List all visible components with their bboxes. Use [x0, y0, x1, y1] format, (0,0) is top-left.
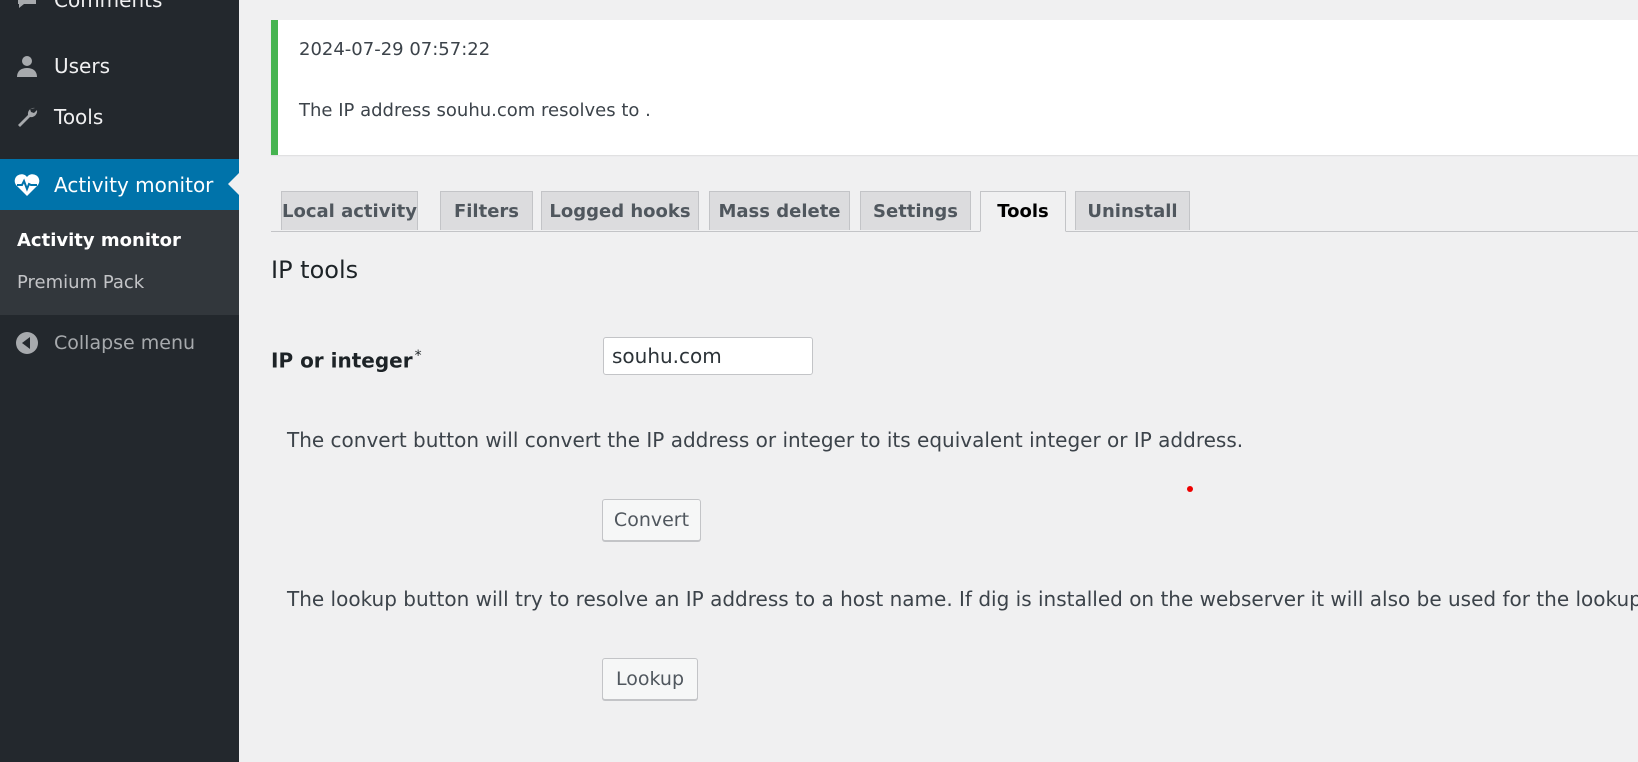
notice-timestamp: 2024-07-29 07:57:22 — [299, 39, 491, 60]
lookup-description: The lookup button will try to resolve an… — [287, 587, 1638, 611]
tab-mass-delete[interactable]: Mass delete — [709, 191, 850, 230]
sidebar-item-label: Users — [54, 54, 111, 78]
page-title: IP tools — [271, 256, 359, 284]
tab-logged-hooks[interactable]: Logged hooks — [541, 191, 699, 230]
collapse-label: Collapse menu — [54, 332, 196, 354]
cursor-dot — [1187, 486, 1193, 492]
sidebar-item-activity-monitor[interactable]: Activity monitor — [0, 159, 239, 210]
sidebar-item-label: Comments — [54, 0, 163, 12]
collapse-arrow-icon — [14, 330, 40, 356]
sidebar-submenu: Activity monitor Premium Pack — [0, 210, 239, 315]
convert-button[interactable]: Convert — [602, 499, 701, 541]
collapse-menu-button[interactable]: Collapse menu — [0, 318, 239, 368]
sidebar-item-label: Activity monitor — [54, 172, 214, 197]
user-icon — [14, 53, 40, 79]
submenu-item-activity-monitor[interactable]: Activity monitor — [17, 230, 181, 251]
tab-settings[interactable]: Settings — [860, 191, 971, 230]
tab-tools[interactable]: Tools — [980, 191, 1066, 232]
sidebar-item-users[interactable]: Users — [0, 44, 239, 88]
tab-uninstall[interactable]: Uninstall — [1075, 191, 1190, 230]
ip-input[interactable] — [603, 337, 813, 375]
ip-field-label-text: IP or integer — [271, 348, 413, 373]
tabs-baseline — [271, 231, 1638, 232]
ip-field-label: IP or integer * — [271, 348, 422, 373]
sidebar-item-comments[interactable]: Comments — [0, 0, 239, 22]
admin-sidebar: Comments Users Tools Activity monitor Ac… — [0, 0, 239, 762]
tab-local-activity[interactable]: Local activity — [281, 191, 418, 230]
convert-description: The convert button will convert the IP a… — [287, 428, 1244, 452]
sidebar-item-tools[interactable]: Tools — [0, 95, 239, 139]
lookup-button[interactable]: Lookup — [602, 658, 698, 700]
tab-filters[interactable]: Filters — [440, 191, 533, 230]
required-marker: * — [414, 348, 422, 364]
current-menu-arrow — [228, 173, 239, 195]
heartbeat-icon — [14, 172, 40, 198]
sidebar-item-label: Tools — [54, 105, 104, 129]
wrench-icon — [14, 104, 40, 130]
notice-message: The IP address souhu.com resolves to . — [299, 100, 651, 121]
submenu-item-premium-pack[interactable]: Premium Pack — [17, 272, 144, 293]
success-notice: 2024-07-29 07:57:22 The IP address souhu… — [271, 20, 1638, 155]
comment-icon — [14, 0, 40, 13]
